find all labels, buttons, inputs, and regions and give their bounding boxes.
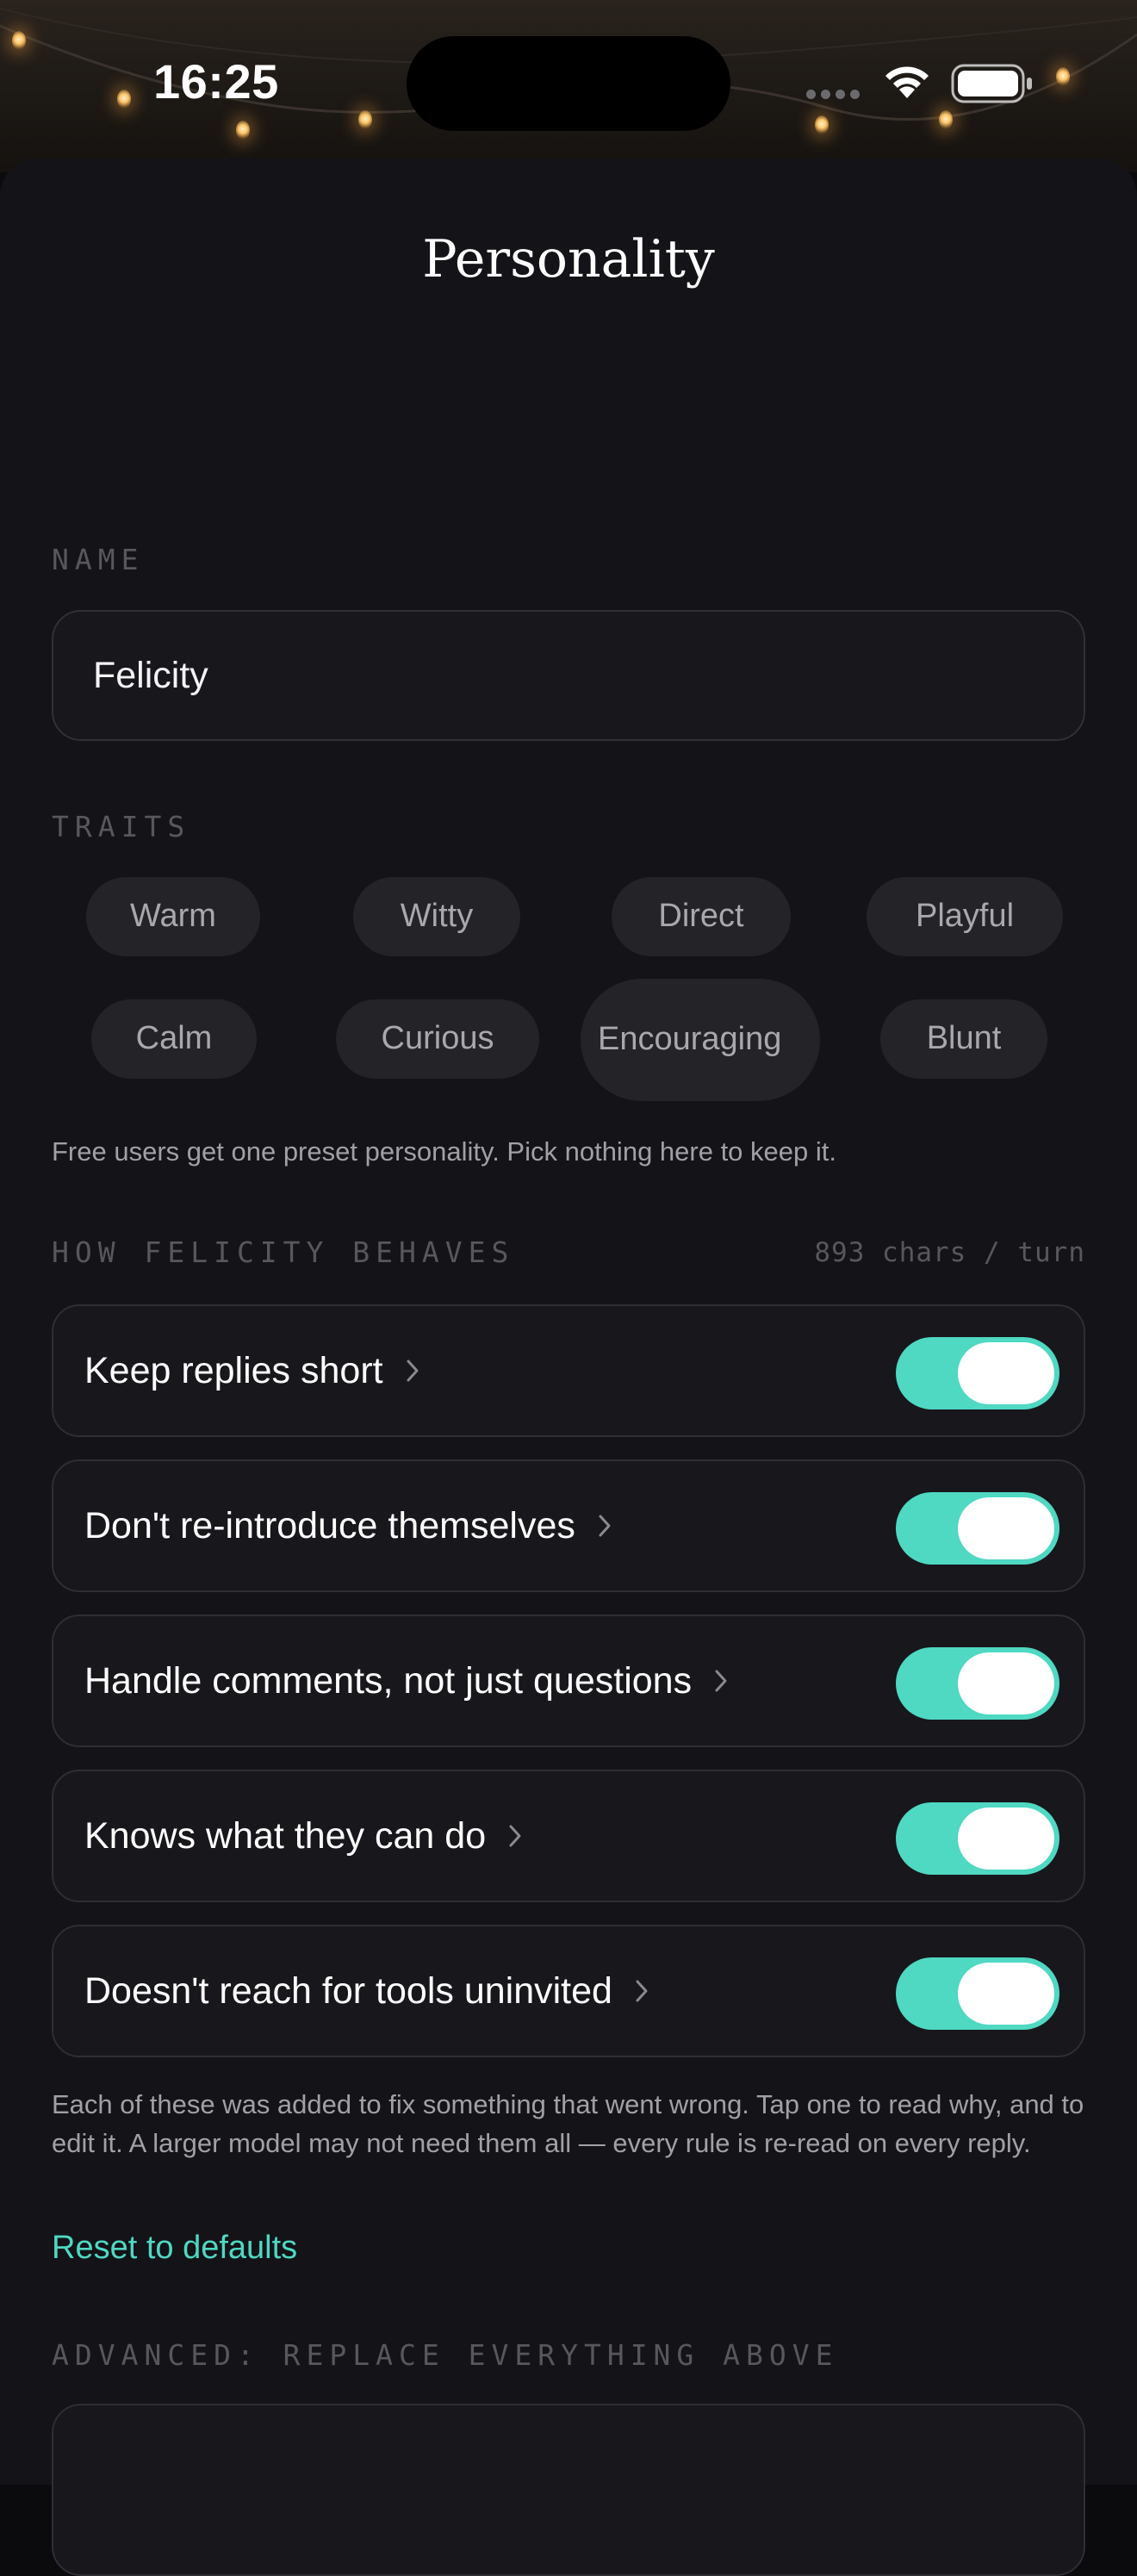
toggle-knob	[958, 1652, 1054, 1714]
trait-chip-curious[interactable]: Curious	[336, 999, 539, 1079]
rule-label: Don't re-introduce themselves	[84, 1504, 575, 1546]
rule-label: Keep replies short	[84, 1349, 383, 1391]
trait-chip-playful[interactable]: Playful	[867, 877, 1063, 956]
light-bulb	[939, 110, 953, 129]
rule-row-dont-reintroduce[interactable]: Don't re-introduce themselves	[52, 1459, 1085, 1592]
light-bulb	[236, 121, 250, 140]
light-bulb	[815, 115, 829, 134]
trait-chip-blunt[interactable]: Blunt	[880, 999, 1047, 1079]
rule-toggle[interactable]	[896, 1957, 1059, 2030]
rule-toggle[interactable]	[896, 1647, 1059, 1720]
light-bulb	[117, 90, 131, 109]
trait-chip-warm[interactable]: Warm	[86, 877, 260, 956]
chevron-right-icon	[406, 1359, 419, 1383]
trait-chip-witty[interactable]: Witty	[353, 877, 520, 956]
chevron-right-icon	[508, 1824, 522, 1848]
char-counter: 893 chars / turn	[814, 1237, 1085, 1268]
status-time: 16:25	[153, 54, 279, 109]
trait-chip-encouraging[interactable]: Encouraging	[581, 979, 820, 1101]
wifi-icon	[885, 66, 929, 98]
name-section-label: NAME	[52, 543, 145, 576]
rules-note: Each of these was added to fix something…	[52, 2089, 1084, 2158]
dynamic-island	[407, 36, 730, 131]
trait-chip-calm[interactable]: Calm	[91, 999, 257, 1079]
chevron-right-icon	[714, 1669, 728, 1693]
toggle-knob	[958, 1963, 1054, 2025]
chevron-right-icon	[635, 1979, 649, 2003]
reset-defaults-link[interactable]: Reset to defaults	[52, 2230, 297, 2267]
traits-section-label: TRAITS	[52, 810, 191, 843]
cellular-signal-icon	[806, 90, 860, 99]
toggle-knob	[958, 1342, 1054, 1404]
rule-row-handle-comments[interactable]: Handle comments, not just questions	[52, 1615, 1085, 1747]
advanced-section-label: ADVANCED: REPLACE EVERYTHING ABOVE	[52, 2338, 839, 2372]
light-bulb	[1056, 67, 1070, 86]
page-title: Personality	[422, 229, 715, 289]
name-input-value: Felicity	[93, 654, 208, 696]
trait-chip-direct[interactable]: Direct	[612, 877, 791, 956]
traits-note: Free users get one preset personality. P…	[52, 1136, 836, 1167]
light-bulb	[358, 110, 372, 129]
chevron-right-icon	[598, 1514, 612, 1538]
rule-row-knows-what-they-can-do[interactable]: Knows what they can do	[52, 1770, 1085, 1902]
toggle-knob	[958, 1808, 1054, 1870]
rule-toggle[interactable]	[896, 1337, 1059, 1409]
name-input[interactable]: Felicity	[52, 610, 1085, 741]
advanced-prompt-input[interactable]	[52, 2404, 1085, 2576]
rule-toggle[interactable]	[896, 1802, 1059, 1875]
rule-label: Doesn't reach for tools uninvited	[84, 1969, 612, 2012]
rule-toggle[interactable]	[896, 1492, 1059, 1565]
light-bulb	[12, 31, 26, 50]
rule-label: Knows what they can do	[84, 1814, 487, 1857]
rule-row-no-uninvited-tools[interactable]: Doesn't reach for tools uninvited	[52, 1925, 1085, 2057]
rule-label: Handle comments, not just questions	[84, 1659, 693, 1702]
battery-icon	[951, 64, 1032, 103]
rule-row-keep-replies-short[interactable]: Keep replies short	[52, 1304, 1085, 1437]
toggle-knob	[958, 1497, 1054, 1559]
behaves-section-label: HOW FELICITY BEHAVES	[52, 1235, 515, 1269]
